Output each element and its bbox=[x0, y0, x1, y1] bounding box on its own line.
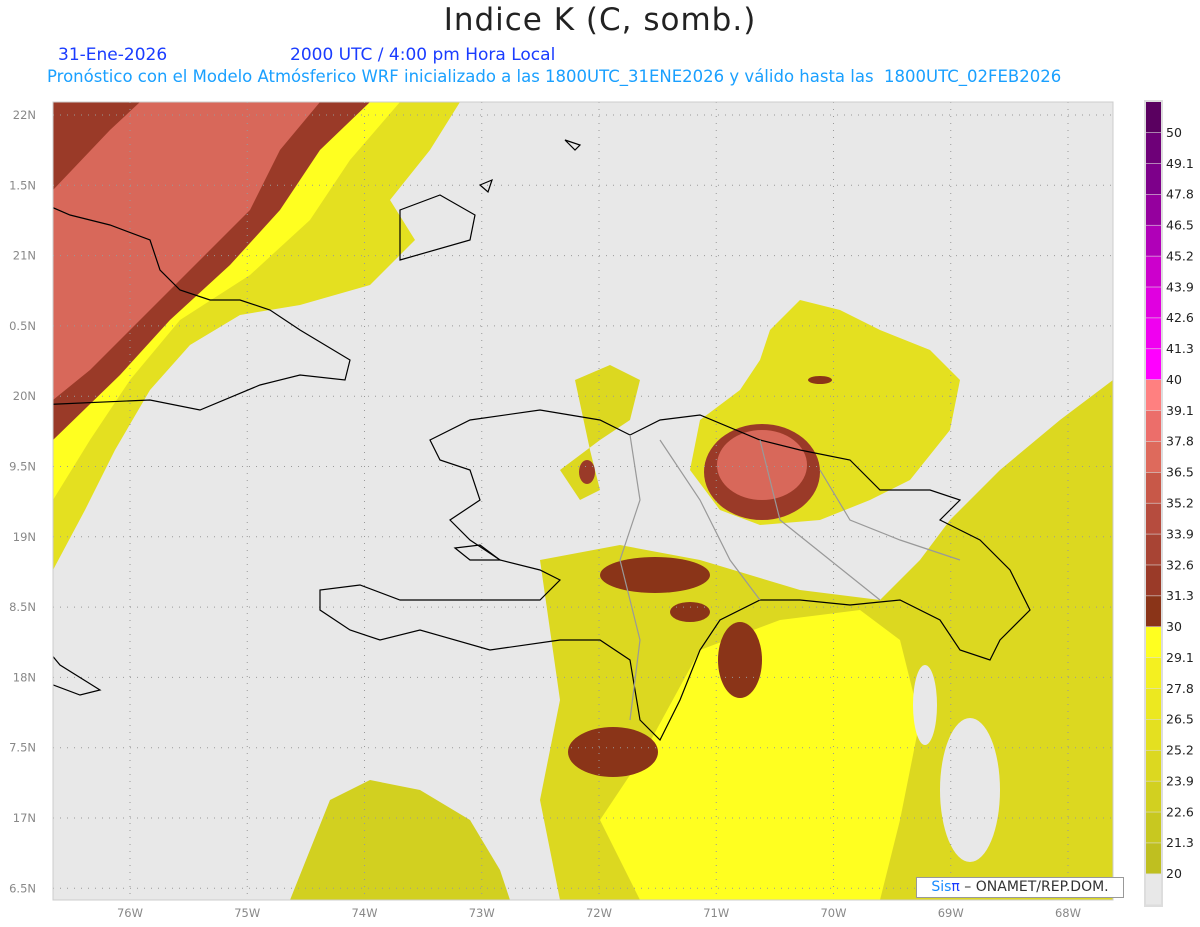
colorbar-swatch bbox=[1146, 194, 1161, 225]
lat-label: 17N bbox=[13, 811, 36, 825]
colorbar-label: 29.1 bbox=[1166, 650, 1194, 665]
map-title: Indice K (C, somb.) bbox=[443, 2, 757, 38]
colorbar-swatch bbox=[1146, 318, 1161, 349]
colorbar-swatch bbox=[1146, 102, 1161, 133]
colorbar-swatch bbox=[1146, 750, 1161, 781]
lon-label: 74W bbox=[351, 906, 377, 920]
colorbar-swatch bbox=[1146, 132, 1161, 164]
lat-label: 0.5N bbox=[9, 319, 36, 333]
model-subtitle: Pronóstico con el Modelo Atmósferico WRF… bbox=[47, 67, 1062, 86]
watermark-pi: π bbox=[951, 879, 960, 895]
forecast-date: 31-Ene-2026 bbox=[58, 45, 168, 65]
field-core-south bbox=[718, 622, 762, 698]
colorbar-label: 47.8 bbox=[1166, 187, 1194, 202]
field-clear-east-1 bbox=[940, 718, 1000, 862]
colorbar-swatch bbox=[1146, 349, 1161, 380]
colorbar-label: 39.1 bbox=[1166, 403, 1194, 418]
lat-label: 9.5N bbox=[9, 460, 36, 474]
lon-label: 71W bbox=[703, 906, 729, 920]
field-core-nw bbox=[579, 460, 595, 484]
lat-label: 18N bbox=[13, 670, 36, 684]
colorbar-label: 22.6 bbox=[1166, 804, 1194, 819]
colorbar-swatch bbox=[1146, 719, 1161, 750]
colorbar-swatch bbox=[1146, 163, 1161, 195]
lon-label: 68W bbox=[1055, 906, 1081, 920]
colorbar-label: 40 bbox=[1166, 372, 1182, 387]
colorbar: 50 49.1 47.8 46.5 45.2 43.9 42.6 41.3 40 39.1 37.8… bbox=[1144, 100, 1194, 907]
colorbar-label: 36.5 bbox=[1166, 465, 1194, 480]
colorbar-label: 32.6 bbox=[1166, 557, 1194, 572]
lat-label: 7.5N bbox=[9, 741, 36, 755]
colorbar-label: 50 bbox=[1166, 125, 1182, 140]
colorbar-swatch bbox=[1146, 596, 1161, 627]
lat-label: 20N bbox=[13, 389, 36, 403]
colorbar-label: 35.2 bbox=[1166, 496, 1194, 511]
colorbar-swatch bbox=[1146, 627, 1161, 658]
field-clear-east-2 bbox=[913, 665, 937, 745]
colorbar-label: 31.3 bbox=[1166, 588, 1194, 603]
colorbar-swatch bbox=[1146, 225, 1161, 256]
colorbar-label: 26.5 bbox=[1166, 712, 1194, 727]
colorbar-swatch bbox=[1146, 441, 1161, 473]
colorbar-swatch bbox=[1146, 503, 1161, 534]
colorbar-label: 43.9 bbox=[1166, 279, 1194, 294]
colorbar-label: 33.9 bbox=[1166, 526, 1194, 541]
colorbar-label: 30 bbox=[1166, 619, 1182, 634]
colorbar-label: 46.5 bbox=[1166, 218, 1194, 233]
lon-label: 76W bbox=[117, 906, 143, 920]
forecast-time: 2000 UTC / 4:00 pm Hora Local bbox=[290, 45, 556, 65]
lat-label: 1.5N bbox=[9, 178, 36, 192]
colorbar-swatch bbox=[1146, 256, 1161, 287]
colorbar-swatch bbox=[1146, 657, 1161, 689]
colorbar-label: 21.3 bbox=[1166, 835, 1194, 850]
lat-label: 22N bbox=[13, 108, 36, 122]
lon-label: 69W bbox=[938, 906, 964, 920]
field-core-small bbox=[670, 602, 710, 622]
colorbar-swatch bbox=[1146, 410, 1161, 442]
colorbar-label: 49.1 bbox=[1166, 156, 1194, 171]
colorbar-label: 23.9 bbox=[1166, 773, 1194, 788]
field-core-sea bbox=[568, 727, 658, 777]
colorbar-label: 45.2 bbox=[1166, 248, 1194, 263]
field-core-ne bbox=[808, 376, 832, 384]
lon-label: 72W bbox=[586, 906, 612, 920]
colorbar-swatch bbox=[1146, 812, 1161, 843]
colorbar-swatch bbox=[1146, 843, 1161, 874]
colorbar-swatch bbox=[1146, 379, 1161, 411]
watermark: Sisπ – ONAMET/REP.DOM. bbox=[916, 877, 1124, 898]
lat-label: 19N bbox=[13, 530, 36, 544]
lon-label: 75W bbox=[234, 906, 260, 920]
colorbar-swatch bbox=[1146, 472, 1161, 503]
lat-label: 6.5N bbox=[9, 881, 36, 895]
colorbar-swatch bbox=[1146, 874, 1161, 905]
lat-label: 21N bbox=[13, 249, 36, 263]
colorbar-swatch bbox=[1146, 534, 1161, 565]
colorbar-swatch bbox=[1146, 287, 1161, 318]
colorbar-label: 25.2 bbox=[1166, 743, 1194, 758]
colorbar-label: 37.8 bbox=[1166, 434, 1194, 449]
colorbar-label: 20 bbox=[1166, 866, 1182, 881]
colorbar-label: 42.6 bbox=[1166, 310, 1194, 325]
colorbar-swatch bbox=[1146, 565, 1161, 596]
field-core-west bbox=[600, 557, 710, 593]
watermark-sis: Sis bbox=[931, 879, 952, 895]
lat-label: 8.5N bbox=[9, 600, 36, 614]
map-figure: 76W 75W 74W 73W 72W 71W 70W 69W 68W 22N 1.5N 21N 0.5… bbox=[9, 100, 1194, 920]
watermark-text: – ONAMET/REP.DOM. bbox=[959, 879, 1109, 895]
colorbar-swatch bbox=[1146, 781, 1161, 812]
colorbar-swatch bbox=[1146, 688, 1161, 720]
colorbar-label: 41.3 bbox=[1166, 341, 1194, 356]
colorbar-label: 27.8 bbox=[1166, 681, 1194, 696]
lon-label: 70W bbox=[820, 906, 846, 920]
lon-label: 73W bbox=[469, 906, 495, 920]
